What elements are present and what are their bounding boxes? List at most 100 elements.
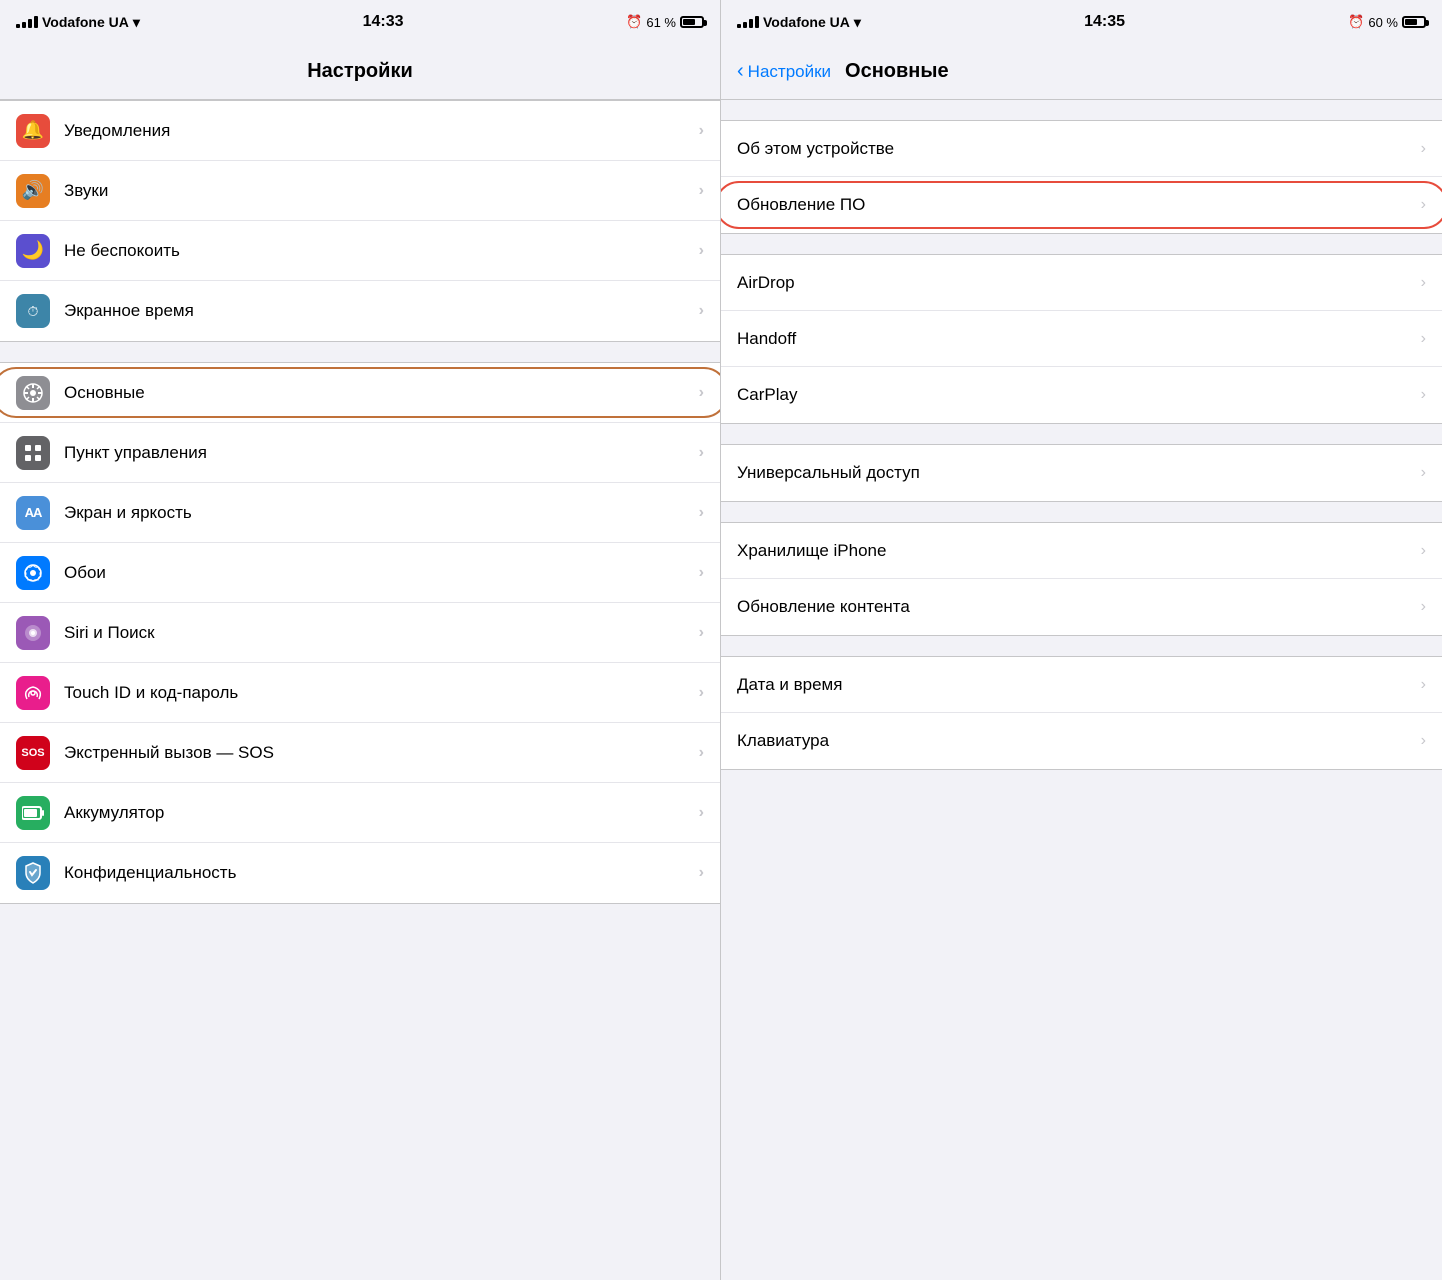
row-display[interactable]: AA Экран и яркость ›: [0, 483, 720, 543]
row-privacy[interactable]: Конфиденциальность ›: [0, 843, 720, 903]
general-icon: [16, 376, 50, 410]
right-time: 14:35: [1084, 13, 1125, 31]
right-nav-header: ‹ Настройки Основные: [721, 44, 1442, 100]
row-screentime[interactable]: ⏱ Экранное время ›: [0, 281, 720, 341]
chevron-icon: ›: [1421, 330, 1426, 348]
iphonestg-label: Хранилище iPhone: [737, 541, 1421, 561]
left-status-bar: Vodafone UA ▾ 14:33 ⏰ 61 %: [0, 0, 720, 44]
chevron-icon: ›: [699, 564, 704, 582]
wifi-icon: ▾: [133, 14, 140, 31]
row-battery[interactable]: Аккумулятор ›: [0, 783, 720, 843]
row-carplay[interactable]: CarPlay ›: [721, 367, 1442, 423]
right-group-2: AirDrop › Handoff › CarPlay ›: [721, 254, 1442, 424]
chevron-icon: ›: [1421, 274, 1426, 292]
right-title: Основные: [845, 60, 949, 83]
row-donotdisturb[interactable]: 🌙 Не беспокоить ›: [0, 221, 720, 281]
row-airdrop[interactable]: AirDrop ›: [721, 255, 1442, 311]
row-general[interactable]: Основные ›: [0, 363, 720, 423]
chevron-icon: ›: [1421, 386, 1426, 404]
right-group-5: Дата и время › Клавиатура ›: [721, 656, 1442, 770]
bgrefresh-label: Обновление контента: [737, 597, 1421, 617]
chevron-icon: ›: [699, 122, 704, 140]
left-title: Настройки: [307, 60, 413, 83]
about-label: Об этом устройстве: [737, 139, 1421, 159]
right-battery-info: ⏰ 60 %: [1348, 14, 1426, 30]
row-sos[interactable]: SOS Экстренный вызов — SOS ›: [0, 723, 720, 783]
left-carrier-name: Vodafone UA: [42, 14, 129, 30]
chevron-icon: ›: [699, 302, 704, 320]
handoff-label: Handoff: [737, 329, 1421, 349]
left-panel: Vodafone UA ▾ 14:33 ⏰ 61 % Настройки 🔔 У…: [0, 0, 721, 1280]
privacy-icon: [16, 856, 50, 890]
chevron-icon: ›: [699, 684, 704, 702]
chevron-icon: ›: [699, 444, 704, 462]
right-status-bar: Vodafone UA ▾ 14:35 ⏰ 60 %: [721, 0, 1442, 44]
right-battery-pct: 60 %: [1368, 15, 1398, 30]
sos-label: Экстренный вызов — SOS: [64, 743, 699, 763]
battery-label: Аккумулятор: [64, 803, 699, 823]
right-panel: Vodafone UA ▾ 14:35 ⏰ 60 % ‹ Настройки О…: [721, 0, 1442, 1280]
chevron-icon: ›: [699, 864, 704, 882]
privacy-label: Конфиденциальность: [64, 863, 699, 883]
battery-icon: [1402, 16, 1426, 28]
chevron-icon: ›: [699, 744, 704, 762]
row-accessibility[interactable]: Универсальный доступ ›: [721, 445, 1442, 501]
row-datetime[interactable]: Дата и время ›: [721, 657, 1442, 713]
signal-icon: [737, 16, 759, 28]
right-carrier: Vodafone UA ▾: [737, 14, 861, 31]
row-handoff[interactable]: Handoff ›: [721, 311, 1442, 367]
row-wallpaper[interactable]: Обои ›: [0, 543, 720, 603]
row-control[interactable]: Пункт управления ›: [0, 423, 720, 483]
chevron-icon: ›: [699, 182, 704, 200]
back-chevron-icon: ‹: [737, 60, 744, 83]
sounds-label: Звуки: [64, 181, 699, 201]
donotdisturb-icon: 🌙: [16, 234, 50, 268]
chevron-icon: ›: [1421, 542, 1426, 560]
siri-label: Siri и Поиск: [64, 623, 699, 643]
right-group-3: Универсальный доступ ›: [721, 444, 1442, 502]
wallpaper-label: Обои: [64, 563, 699, 583]
notifications-icon: 🔔: [16, 114, 50, 148]
right-settings-list: Об этом устройстве › Обновление ПО › Air…: [721, 100, 1442, 1280]
datetime-label: Дата и время: [737, 675, 1421, 695]
row-about[interactable]: Об этом устройстве ›: [721, 121, 1442, 177]
row-softwareupdate[interactable]: Обновление ПО ›: [721, 177, 1442, 233]
chevron-icon: ›: [1421, 464, 1426, 482]
accessibility-label: Универсальный доступ: [737, 463, 1421, 483]
softwareupdate-label: Обновление ПО: [737, 195, 1421, 215]
display-label: Экран и яркость: [64, 503, 699, 523]
left-battery-info: ⏰ 61 %: [626, 14, 704, 30]
row-bgrefresh[interactable]: Обновление контента ›: [721, 579, 1442, 635]
row-notifications[interactable]: 🔔 Уведомления ›: [0, 101, 720, 161]
row-siri[interactable]: Siri и Поиск ›: [0, 603, 720, 663]
general-label: Основные: [64, 383, 699, 403]
left-carrier: Vodafone UA ▾: [16, 14, 140, 31]
control-icon: [16, 436, 50, 470]
chevron-icon: ›: [1421, 140, 1426, 158]
screentime-icon: ⏱: [16, 294, 50, 328]
row-touchid[interactable]: Touch ID и код-пароль ›: [0, 663, 720, 723]
chevron-icon: ›: [699, 624, 704, 642]
display-icon: AA: [16, 496, 50, 530]
sos-icon: SOS: [16, 736, 50, 770]
left-nav-header: Настройки: [0, 44, 720, 100]
chevron-icon: ›: [699, 804, 704, 822]
chevron-icon: ›: [1421, 196, 1426, 214]
carplay-label: CarPlay: [737, 385, 1421, 405]
wallpaper-icon: [16, 556, 50, 590]
back-button[interactable]: ‹ Настройки: [737, 60, 831, 83]
touchid-label: Touch ID и код-пароль: [64, 683, 699, 703]
row-sounds[interactable]: 🔊 Звуки ›: [0, 161, 720, 221]
notifications-label: Уведомления: [64, 121, 699, 141]
row-iphonestg[interactable]: Хранилище iPhone ›: [721, 523, 1442, 579]
airdrop-label: AirDrop: [737, 273, 1421, 293]
donotdisturb-label: Не беспокоить: [64, 241, 699, 261]
settings-group-2: Основные › Пункт управления › AA Экран и: [0, 362, 720, 904]
right-battery-clock: ⏰: [1348, 14, 1364, 30]
chevron-icon: ›: [699, 384, 704, 402]
back-label: Настройки: [748, 62, 831, 82]
row-keyboard[interactable]: Клавиатура ›: [721, 713, 1442, 769]
signal-icon: [16, 16, 38, 28]
settings-group-1: 🔔 Уведомления › 🔊 Звуки › 🌙 Не беспокоит…: [0, 100, 720, 342]
right-group-4: Хранилище iPhone › Обновление контента ›: [721, 522, 1442, 636]
